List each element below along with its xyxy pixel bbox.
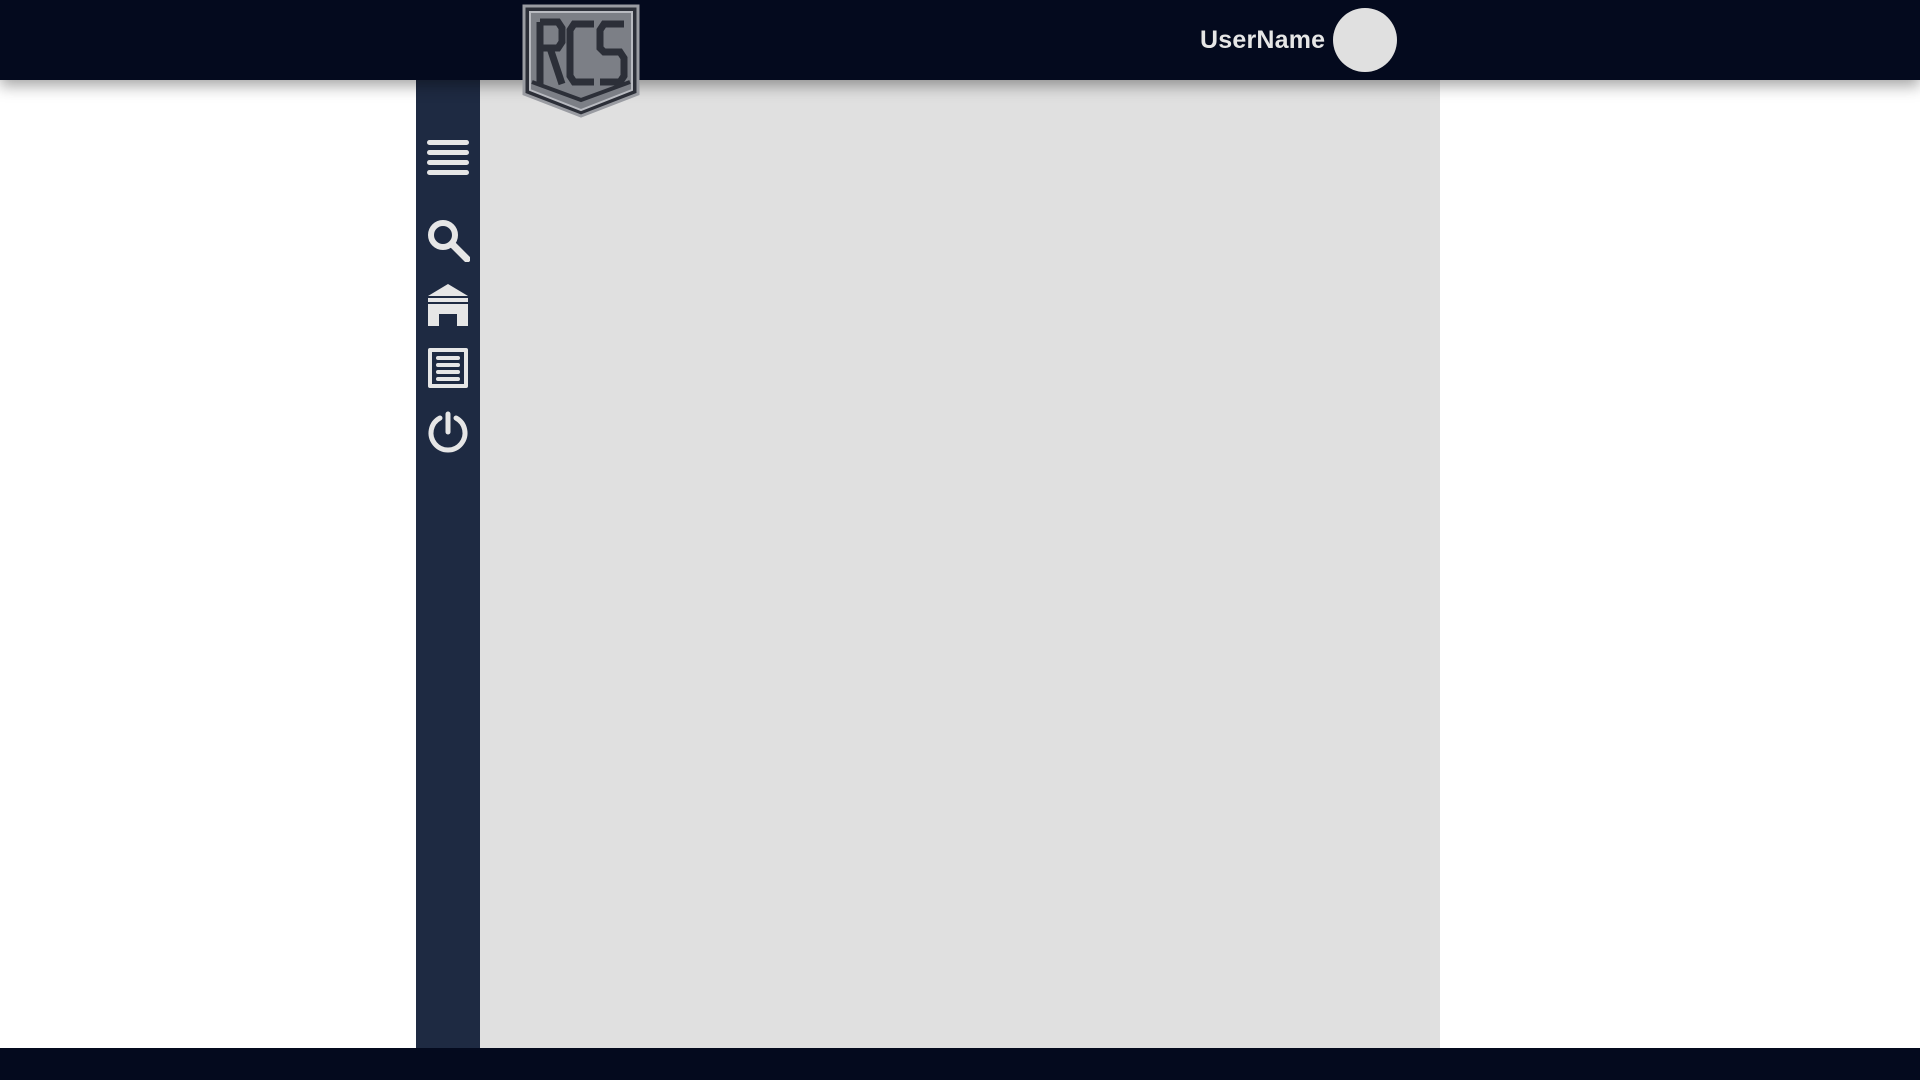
power-icon[interactable] bbox=[426, 410, 470, 454]
avatar[interactable] bbox=[1333, 8, 1398, 72]
document-icon[interactable] bbox=[426, 346, 470, 390]
user-menu[interactable]: UserName bbox=[1200, 8, 1398, 72]
top-bar: UserName bbox=[0, 0, 1920, 80]
username-label[interactable]: UserName bbox=[1200, 26, 1325, 55]
content-area bbox=[480, 80, 1440, 1048]
footer-bar bbox=[0, 1048, 1920, 1080]
sidebar bbox=[416, 80, 480, 1048]
search-icon[interactable] bbox=[426, 218, 470, 262]
home-icon[interactable] bbox=[426, 282, 470, 326]
menu-icon[interactable] bbox=[426, 138, 470, 182]
rcs-logo[interactable] bbox=[518, 2, 644, 120]
